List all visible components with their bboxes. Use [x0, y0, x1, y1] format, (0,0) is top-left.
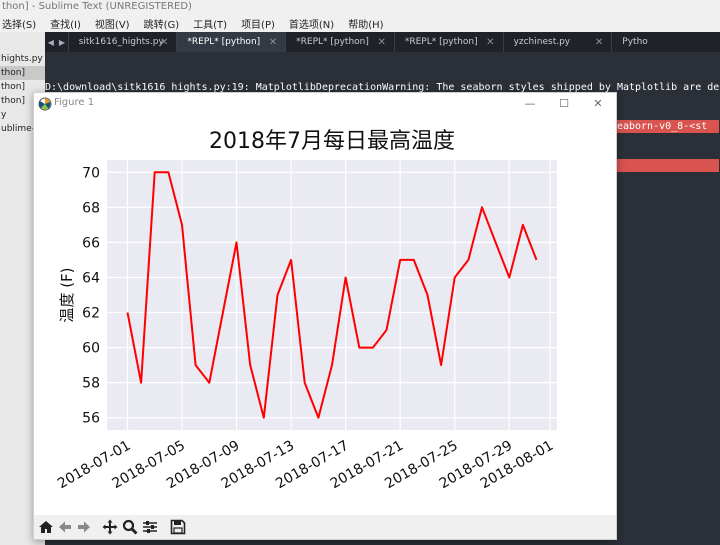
- window-title: thon] - Sublime Text (UNREGISTERED): [0, 0, 720, 14]
- home-icon[interactable]: [38, 519, 54, 535]
- forward-icon[interactable]: [76, 519, 92, 535]
- zoom-icon[interactable]: [122, 519, 138, 535]
- tab-repl-active[interactable]: *REPL* [python] ✕: [176, 32, 286, 52]
- y-tick-label: 56: [82, 411, 100, 427]
- tab-close-icon[interactable]: ✕: [595, 37, 603, 48]
- axes-background: [107, 160, 557, 430]
- pan-icon[interactable]: [102, 519, 118, 535]
- y-tick-label: 64: [82, 270, 100, 286]
- figure-window: Figure 1 — ☐ ✕ 56 58 60 62 64 66 68 70 2018-07-…: [33, 92, 617, 540]
- sidebar-item-hights[interactable]: hights.py: [0, 52, 45, 66]
- y-axis-label: 温度 (F): [58, 267, 76, 322]
- y-tick-label: 58: [82, 376, 100, 392]
- menu-preferences[interactable]: 首选项(N): [289, 16, 334, 31]
- tab-prev-icon[interactable]: ◀: [48, 38, 54, 47]
- y-tick-label: 66: [82, 235, 100, 251]
- menu-bar: 选择(S) 查找(I) 视图(V) 跳转(G) 工具(T) 项目(P) 首选项(…: [0, 14, 720, 32]
- matplotlib-logo-icon: [38, 97, 52, 111]
- tab-close-icon[interactable]: ✕: [377, 37, 385, 48]
- chart-title: 2018年7月每日最高温度: [209, 129, 455, 154]
- save-icon[interactable]: [170, 519, 186, 535]
- y-tick-label: 60: [82, 341, 100, 357]
- tab-python[interactable]: Pytho: [611, 32, 720, 52]
- tab-close-icon[interactable]: ✕: [160, 37, 168, 48]
- menu-tools[interactable]: 工具(T): [193, 16, 227, 31]
- tab-label: *REPL* [python]: [187, 37, 261, 47]
- tab-label: *REPL* [python]: [404, 37, 478, 47]
- maximize-button[interactable]: ☐: [554, 96, 574, 112]
- close-button[interactable]: ✕: [588, 96, 608, 112]
- menu-help[interactable]: 帮助(H): [348, 16, 383, 31]
- tab-hights[interactable]: sitk1616_hights.py ✕: [67, 32, 177, 52]
- y-tick-label: 62: [82, 306, 100, 322]
- menu-select[interactable]: 选择(S): [2, 16, 36, 31]
- tab-label: *REPL* [python]: [296, 37, 369, 47]
- menu-goto[interactable]: 跳转(G): [144, 16, 180, 31]
- figure-toolbar: [34, 515, 616, 539]
- y-tick-label: 68: [82, 200, 100, 216]
- menu-view[interactable]: 视图(V): [95, 16, 130, 31]
- minimize-button[interactable]: —: [520, 96, 540, 112]
- figure-titlebar[interactable]: Figure 1 — ☐ ✕: [34, 93, 616, 115]
- chart[interactable]: 5658606264666870 2018-07-012018-07-05201…: [34, 115, 616, 515]
- menu-project[interactable]: 项目(P): [241, 16, 275, 31]
- configure-icon[interactable]: [142, 519, 158, 535]
- tab-label: sitk1616_hights.py: [78, 37, 164, 47]
- tab-yzchinest[interactable]: yzchinest.py ✕: [502, 32, 612, 52]
- tab-next-icon[interactable]: ▶: [59, 38, 65, 47]
- tab-nav: ◀ ▶: [45, 32, 68, 52]
- tab-close-icon[interactable]: ✕: [269, 37, 277, 48]
- tab-label: Pytho: [622, 37, 648, 47]
- figure-title: Figure 1: [54, 97, 95, 108]
- tab-repl-3[interactable]: *REPL* [python] ✕: [393, 32, 503, 52]
- y-tick-label: 70: [82, 165, 100, 181]
- sidebar-item-repl-1[interactable]: thon]: [0, 66, 45, 80]
- back-icon[interactable]: [57, 519, 73, 535]
- tab-label: yzchinest.py: [513, 37, 571, 47]
- tab-repl-2[interactable]: *REPL* [python] ✕: [285, 32, 394, 52]
- tab-bar: ◀ ▶ sitk1616_hights.py ✕ *REPL* [python]…: [45, 32, 720, 52]
- menu-find[interactable]: 查找(I): [50, 16, 81, 31]
- tab-close-icon[interactable]: ✕: [486, 37, 494, 48]
